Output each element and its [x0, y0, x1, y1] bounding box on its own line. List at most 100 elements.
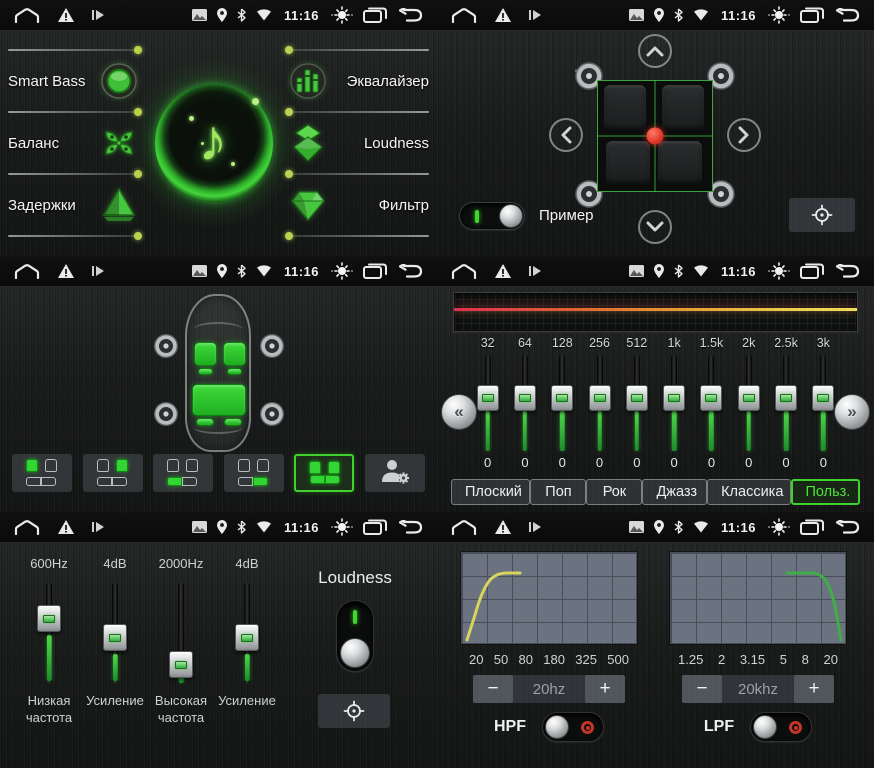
- slider-handle[interactable]: [775, 385, 797, 411]
- low-gain-slider[interactable]: [103, 581, 127, 685]
- preset-flat-button[interactable]: Плоский: [451, 479, 530, 505]
- back-button[interactable]: [834, 520, 860, 534]
- eq-band-slider[interactable]: [550, 353, 574, 453]
- slider-handle[interactable]: [235, 624, 259, 651]
- lpf-minus-button[interactable]: −: [682, 675, 722, 703]
- brightness-button[interactable]: [768, 262, 790, 280]
- eq-preset-row: Плоский Поп Рок Джазз Классика Польз.: [437, 479, 874, 505]
- zone-button-passenger[interactable]: [83, 454, 143, 492]
- brightness-button[interactable]: [768, 518, 790, 536]
- slider-handle[interactable]: [589, 385, 611, 411]
- menu-item-balance[interactable]: Баланс: [6, 117, 142, 169]
- fader-up-button[interactable]: [638, 34, 672, 68]
- slider-handle[interactable]: [103, 624, 127, 651]
- eq-band-slider[interactable]: [699, 353, 723, 453]
- recent-apps-button[interactable]: [800, 263, 824, 279]
- preset-jazz-button[interactable]: Джазз: [642, 479, 707, 505]
- slider-handle[interactable]: [700, 385, 722, 411]
- preset-classic-button[interactable]: Классика: [707, 479, 791, 505]
- slider-handle[interactable]: [626, 385, 648, 411]
- slider-handle[interactable]: [37, 605, 61, 632]
- low-frequency-slider[interactable]: [37, 581, 61, 685]
- high-frequency-slider[interactable]: [169, 581, 193, 685]
- recent-apps-button[interactable]: [363, 519, 387, 535]
- recent-apps-button[interactable]: [800, 519, 824, 535]
- high-gain-slider[interactable]: [235, 581, 259, 685]
- eq-band-slider[interactable]: [662, 353, 686, 453]
- zone-button-driver[interactable]: [12, 454, 72, 492]
- slider-track-lower: [245, 654, 250, 681]
- eq-band-slider[interactable]: [513, 353, 537, 453]
- next-page-button[interactable]: »: [834, 394, 870, 430]
- back-button[interactable]: [397, 264, 423, 278]
- home-button[interactable]: [451, 264, 477, 279]
- preset-pop-button[interactable]: Поп: [530, 479, 586, 505]
- home-button[interactable]: [14, 264, 40, 279]
- home-button[interactable]: [14, 8, 40, 23]
- bluetooth-status-icon: [237, 8, 246, 22]
- slider-handle[interactable]: [738, 385, 760, 411]
- recent-apps-button[interactable]: [363, 7, 387, 23]
- home-button[interactable]: [451, 520, 477, 535]
- crosshair-target-icon: [343, 700, 365, 722]
- hpf-plus-button[interactable]: +: [585, 675, 625, 703]
- eq-band-slider[interactable]: [588, 353, 612, 453]
- reset-bass-button[interactable]: [318, 694, 390, 728]
- recent-apps-button[interactable]: [363, 263, 387, 279]
- gallery-status-icon: [629, 9, 644, 21]
- slider-handle[interactable]: [477, 385, 499, 411]
- preset-rock-button[interactable]: Рок: [586, 479, 642, 505]
- gallery-status-icon: [192, 265, 207, 277]
- recent-apps-button[interactable]: [800, 7, 824, 23]
- hpf-toggle[interactable]: [542, 712, 604, 742]
- brightness-button[interactable]: [331, 6, 353, 24]
- bluetooth-status-icon: [674, 264, 683, 278]
- balance-right-button[interactable]: [727, 118, 761, 152]
- eq-band-slider[interactable]: [774, 353, 798, 453]
- eq-band-value: 0: [782, 455, 789, 471]
- back-button[interactable]: [397, 520, 423, 534]
- lpf-plus-button[interactable]: +: [794, 675, 834, 703]
- clock: 11:16: [721, 264, 756, 279]
- slider-handle[interactable]: [169, 651, 193, 678]
- back-button[interactable]: [397, 8, 423, 22]
- menu-item-equalizer[interactable]: Эквалайзер: [285, 55, 431, 107]
- menu-item-delays[interactable]: Задержки: [6, 179, 142, 231]
- reset-center-button[interactable]: [789, 198, 855, 232]
- eq-band-frequency-label: 1k: [668, 336, 681, 353]
- eq-band-slider[interactable]: [737, 353, 761, 453]
- audio-main-button[interactable]: ♪: [155, 84, 273, 202]
- prev-page-button[interactable]: «: [441, 394, 477, 430]
- menu-item-label: Эквалайзер: [347, 73, 429, 90]
- eq-band-slider[interactable]: [811, 353, 835, 453]
- balance-position-dot[interactable]: [647, 128, 664, 145]
- slider-handle[interactable]: [514, 385, 536, 411]
- example-sound-toggle[interactable]: [459, 202, 525, 230]
- slider-handle[interactable]: [551, 385, 573, 411]
- home-button[interactable]: [451, 8, 477, 23]
- zone-button-rear-right[interactable]: [224, 454, 284, 492]
- brightness-button[interactable]: [331, 518, 353, 536]
- fader-down-button[interactable]: [638, 210, 672, 244]
- zone-button-custom[interactable]: [365, 454, 425, 492]
- brightness-button[interactable]: [768, 6, 790, 24]
- home-button[interactable]: [14, 520, 40, 535]
- balance-left-button[interactable]: [549, 118, 583, 152]
- back-button[interactable]: [834, 8, 860, 22]
- menu-item-smart-bass[interactable]: Smart Bass: [6, 55, 142, 107]
- menu-item-filter[interactable]: Фильтр: [285, 179, 431, 231]
- zone-button-all-seats[interactable]: [294, 454, 354, 492]
- back-button[interactable]: [834, 264, 860, 278]
- status-bar: 11:16: [0, 512, 437, 542]
- lpf-toggle[interactable]: [750, 712, 812, 742]
- slider-handle[interactable]: [663, 385, 685, 411]
- brightness-button[interactable]: [331, 262, 353, 280]
- zone-button-rear-left[interactable]: [153, 454, 213, 492]
- hpf-minus-button[interactable]: −: [473, 675, 513, 703]
- slider-handle[interactable]: [812, 385, 834, 411]
- loudness-toggle[interactable]: [336, 600, 374, 672]
- menu-item-loudness[interactable]: Loudness: [285, 117, 431, 169]
- preset-custom-button[interactable]: Польз.: [791, 479, 860, 505]
- eq-band-slider[interactable]: [625, 353, 649, 453]
- eq-band-slider[interactable]: [476, 353, 500, 453]
